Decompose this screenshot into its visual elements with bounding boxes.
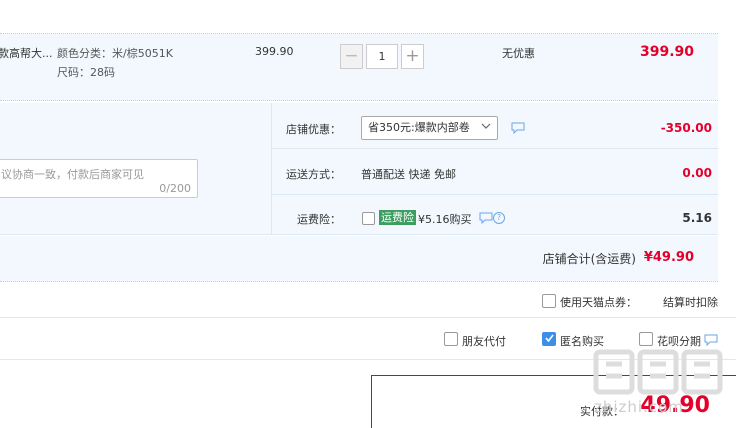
chat-icon[interactable] bbox=[511, 122, 525, 134]
huabei-installment-checkbox[interactable] bbox=[639, 332, 653, 346]
shop-total-row: 店铺合计(含运费) ¥49.90 bbox=[0, 236, 718, 282]
divider bbox=[271, 148, 718, 149]
quantity-decrease-button[interactable]: − bbox=[340, 44, 363, 69]
shipping-amount: 0.00 bbox=[682, 166, 712, 180]
quantity-input[interactable]: 1 bbox=[366, 44, 398, 69]
shop-total-label: 店铺合计(含运费) bbox=[542, 252, 636, 266]
tmall-points-checkbox[interactable] bbox=[542, 294, 556, 308]
anonymous-purchase-checkbox[interactable] bbox=[542, 332, 556, 346]
shipping-method-label: 运送方式： bbox=[286, 168, 341, 181]
shipping-insurance-checkbox[interactable] bbox=[362, 212, 375, 225]
seller-memo-field[interactable]: 议协商一致，付款后商家可见 0/200 bbox=[0, 159, 198, 198]
sku-color: 颜色分类：米/棕5051K bbox=[57, 47, 173, 60]
chat-icon[interactable] bbox=[479, 212, 493, 224]
item-line-total: 399.90 bbox=[639, 44, 694, 60]
tmall-points-deduct-note: 结算时扣除 bbox=[663, 296, 718, 309]
divider bbox=[0, 317, 736, 318]
shipping-insurance-amount: 5.16 bbox=[682, 211, 712, 225]
memo-char-counter: 0/200 bbox=[159, 182, 191, 195]
item-title[interactable]: 款高帮大... bbox=[0, 45, 53, 61]
friend-pay-label[interactable]: 朋友代付 bbox=[462, 333, 506, 349]
shop-coupon-select[interactable]: 省350元:爆款内部卷 bbox=[361, 116, 498, 140]
chevron-down-icon bbox=[481, 123, 491, 129]
shop-total-value: ¥49.90 bbox=[643, 250, 694, 265]
order-item-row: 款高帮大... 颜色分类：米/棕5051K 尺码：28码 399.90 − 1 … bbox=[0, 33, 718, 101]
item-promo: 无优惠 bbox=[502, 47, 535, 60]
watermark-site: zhizhi.com bbox=[594, 398, 684, 416]
shipping-insurance-tag: 运费险 bbox=[379, 210, 416, 225]
shipping-method-value: 普通配送 快递 免邮 bbox=[361, 168, 456, 181]
memo-placeholder: 议协商一致，付款后商家可见 bbox=[1, 168, 144, 181]
coupon-selected-value: 省350元:爆款内部卷 bbox=[368, 121, 470, 134]
unit-price: 399.90 bbox=[255, 45, 294, 58]
shop-discount-amount: -350.00 bbox=[660, 121, 712, 135]
watermark-logo bbox=[593, 349, 723, 395]
check-icon bbox=[545, 334, 554, 343]
chat-icon[interactable] bbox=[704, 334, 718, 346]
sku-size: 尺码：28码 bbox=[57, 66, 115, 79]
tmall-points-label: 使用天猫点券： bbox=[560, 296, 637, 309]
help-icon[interactable]: ? bbox=[493, 212, 505, 224]
divider bbox=[271, 194, 718, 195]
friend-pay-checkbox[interactable] bbox=[444, 332, 458, 346]
quantity-increase-button[interactable]: + bbox=[401, 44, 424, 69]
shop-discount-label: 店铺优惠： bbox=[286, 123, 341, 136]
shipping-insurance-label: 运费险： bbox=[297, 213, 341, 226]
shipping-insurance-price: ¥5.16购买 bbox=[418, 213, 472, 226]
